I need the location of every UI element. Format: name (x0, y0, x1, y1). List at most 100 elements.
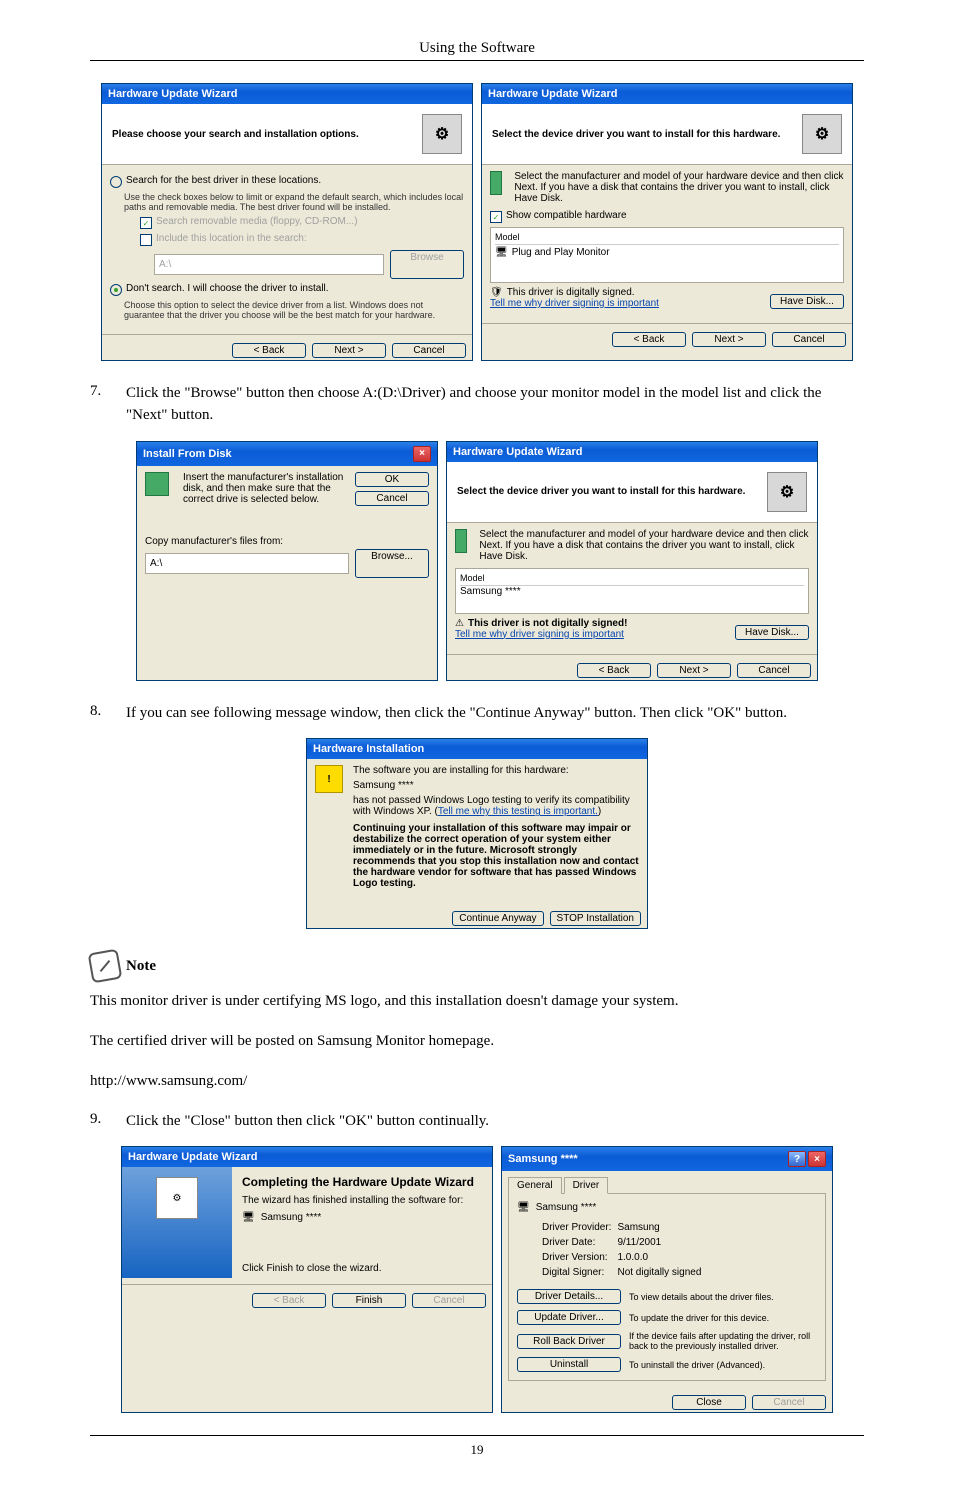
lbl-date: Driver Date: (541, 1236, 612, 1249)
uninstall-button[interactable]: Uninstall (517, 1357, 621, 1372)
select-driver-desc: Select the manufacturer and model of you… (514, 171, 844, 204)
update-driver-desc: To update the driver for this device. (629, 1313, 817, 1323)
signed-row: 🛡 This driver is digitally signed. (490, 287, 659, 298)
next-button[interactable]: Next > (312, 343, 386, 358)
val-date: 9/11/2001 (616, 1236, 702, 1249)
header-rule (90, 60, 864, 61)
dialog-install-from-disk: Install From Disk × Insert the manufactu… (136, 441, 438, 681)
wizard-complete-hdr: Completing the Hardware Update Wizard (242, 1175, 484, 1189)
chk-removable: ✓Search removable media (floppy, CD-ROM.… (140, 216, 464, 229)
driver-details-button[interactable]: Driver Details... (517, 1289, 621, 1304)
dialog-title: Hardware Update Wizard (447, 442, 817, 462)
wizard-icon: ⚙ (422, 114, 462, 154)
next-button[interactable]: Next > (657, 663, 731, 678)
wizard-header-text: Select the device driver you want to ins… (457, 486, 745, 497)
rollback-driver-desc: If the device fails after updating the d… (629, 1331, 817, 1351)
screenshot-row-1: Hardware Update Wizard Please choose you… (90, 83, 864, 361)
cancel-button[interactable]: Cancel (772, 332, 846, 347)
props-device-name: Samsung **** (536, 1202, 597, 1213)
back-button[interactable]: < Back (232, 343, 306, 358)
dialog-title: Install From Disk × (137, 442, 437, 466)
dialog-title: Hardware Installation (307, 739, 647, 759)
step-number: 7. (90, 383, 110, 427)
wizard-icon: ⚙ (802, 114, 842, 154)
unsigned-row: ⚠ This driver is not digitally signed! (455, 618, 627, 629)
model-header: Model (460, 573, 804, 586)
hw-install-l4: Continuing your installation of this sof… (353, 823, 639, 889)
cancel-button: Cancel (752, 1395, 826, 1410)
wizard-icon: ⚙ (767, 472, 807, 512)
close-button[interactable]: Close (672, 1395, 746, 1410)
have-disk-button[interactable]: Have Disk... (735, 625, 809, 640)
chk-compatible[interactable]: ✓Show compatible hardware (490, 210, 844, 223)
next-button[interactable]: Next > (692, 332, 766, 347)
step-number: 8. (90, 703, 110, 725)
step-8: 8. If you can see following message wind… (90, 703, 864, 725)
tab-driver[interactable]: Driver (564, 1177, 609, 1194)
step-text: If you can see following message window,… (126, 703, 864, 725)
finish-button[interactable]: Finish (332, 1293, 406, 1308)
shield-icon: 🛡 (490, 287, 503, 298)
val-signer: Not digitally signed (616, 1266, 702, 1279)
note-url: http://www.samsung.com/ (90, 1071, 864, 1093)
cancel-button: Cancel (412, 1293, 486, 1308)
footer-rule (90, 1435, 864, 1436)
close-icon[interactable]: × (413, 446, 431, 462)
stop-installation-button[interactable]: STOP Installation (550, 911, 641, 926)
model-header: Model (495, 232, 839, 245)
copy-path-field[interactable]: A:\ (145, 553, 349, 574)
dialog-driver-properties: Samsung **** ? × General Driver 🖥 Samsun… (501, 1146, 833, 1413)
dialog-search-options: Hardware Update Wizard Please choose you… (101, 83, 473, 361)
cancel-button[interactable]: Cancel (392, 343, 466, 358)
step-number: 9. (90, 1111, 110, 1133)
floppy-icon (455, 529, 467, 553)
path-field: A:\ (154, 254, 384, 275)
help-icon[interactable]: ? (788, 1151, 806, 1167)
driver-details-desc: To view details about the driver files. (629, 1292, 817, 1302)
copy-from-label: Copy manufacturer's files from: (145, 536, 429, 547)
back-button: < Back (252, 1293, 326, 1308)
ok-button[interactable]: OK (355, 472, 429, 487)
note-heading-row: Note (90, 951, 864, 981)
cancel-button[interactable]: Cancel (737, 663, 811, 678)
lbl-version: Driver Version: (541, 1251, 612, 1264)
dialog-title: Samsung **** ? × (502, 1147, 832, 1171)
model-item[interactable]: Samsung **** (460, 586, 804, 597)
screenshot-row-2: Install From Disk × Insert the manufactu… (90, 441, 864, 681)
radio-dont-search[interactable]: Don't search. I will choose the driver t… (110, 283, 464, 296)
back-button[interactable]: < Back (612, 332, 686, 347)
dialog-title: Hardware Update Wizard (122, 1147, 492, 1167)
path-row: A:\ Browse (154, 250, 464, 279)
warning-icon: ! (315, 765, 343, 793)
browse-button[interactable]: Browse... (355, 549, 429, 578)
monitor-icon: 🖥 (517, 1202, 530, 1213)
continue-anyway-button[interactable]: Continue Anyway (452, 911, 543, 926)
monitor-icon: 🖥 (495, 247, 508, 258)
why-signing-link[interactable]: Tell me why driver signing is important (455, 629, 627, 640)
step-7: 7. Click the "Browse" button then choose… (90, 383, 864, 427)
radio-search-desc: Use the check boxes below to limit or ex… (124, 192, 464, 212)
dialog-title: Hardware Update Wizard (482, 84, 852, 104)
back-button[interactable]: < Back (577, 663, 651, 678)
cancel-button[interactable]: Cancel (355, 491, 429, 506)
have-disk-button[interactable]: Have Disk... (770, 294, 844, 309)
why-testing-link[interactable]: Tell me why this testing is important. (438, 806, 598, 817)
why-signing-link[interactable]: Tell me why driver signing is important (490, 298, 659, 309)
note-p2: The certified driver will be posted on S… (90, 1031, 864, 1053)
model-item[interactable]: 🖥 Plug and Play Monitor (495, 247, 839, 258)
rollback-driver-button[interactable]: Roll Back Driver (517, 1334, 621, 1349)
val-version: 1.0.0.0 (616, 1251, 702, 1264)
hw-install-l3: has not passed Windows Logo testing to v… (353, 795, 639, 817)
val-provider: Samsung (616, 1221, 702, 1234)
close-icon[interactable]: × (808, 1151, 826, 1167)
update-driver-button[interactable]: Update Driver... (517, 1310, 621, 1325)
screenshot-row-4: Hardware Update Wizard ⚙ Completing the … (90, 1146, 864, 1413)
tab-general[interactable]: General (508, 1177, 562, 1194)
monitor-icon: 🖥 (242, 1212, 255, 1223)
wizard-complete-fin: Click Finish to close the wizard. (242, 1263, 484, 1274)
dialog-completing-wizard: Hardware Update Wizard ⚙ Completing the … (121, 1146, 493, 1413)
warning-icon: ⚠ (455, 618, 464, 629)
dialog-title: Hardware Update Wizard (102, 84, 472, 104)
wizard-complete-dev: Samsung **** (261, 1212, 322, 1223)
radio-search-best[interactable]: Search for the best driver in these loca… (110, 175, 464, 188)
